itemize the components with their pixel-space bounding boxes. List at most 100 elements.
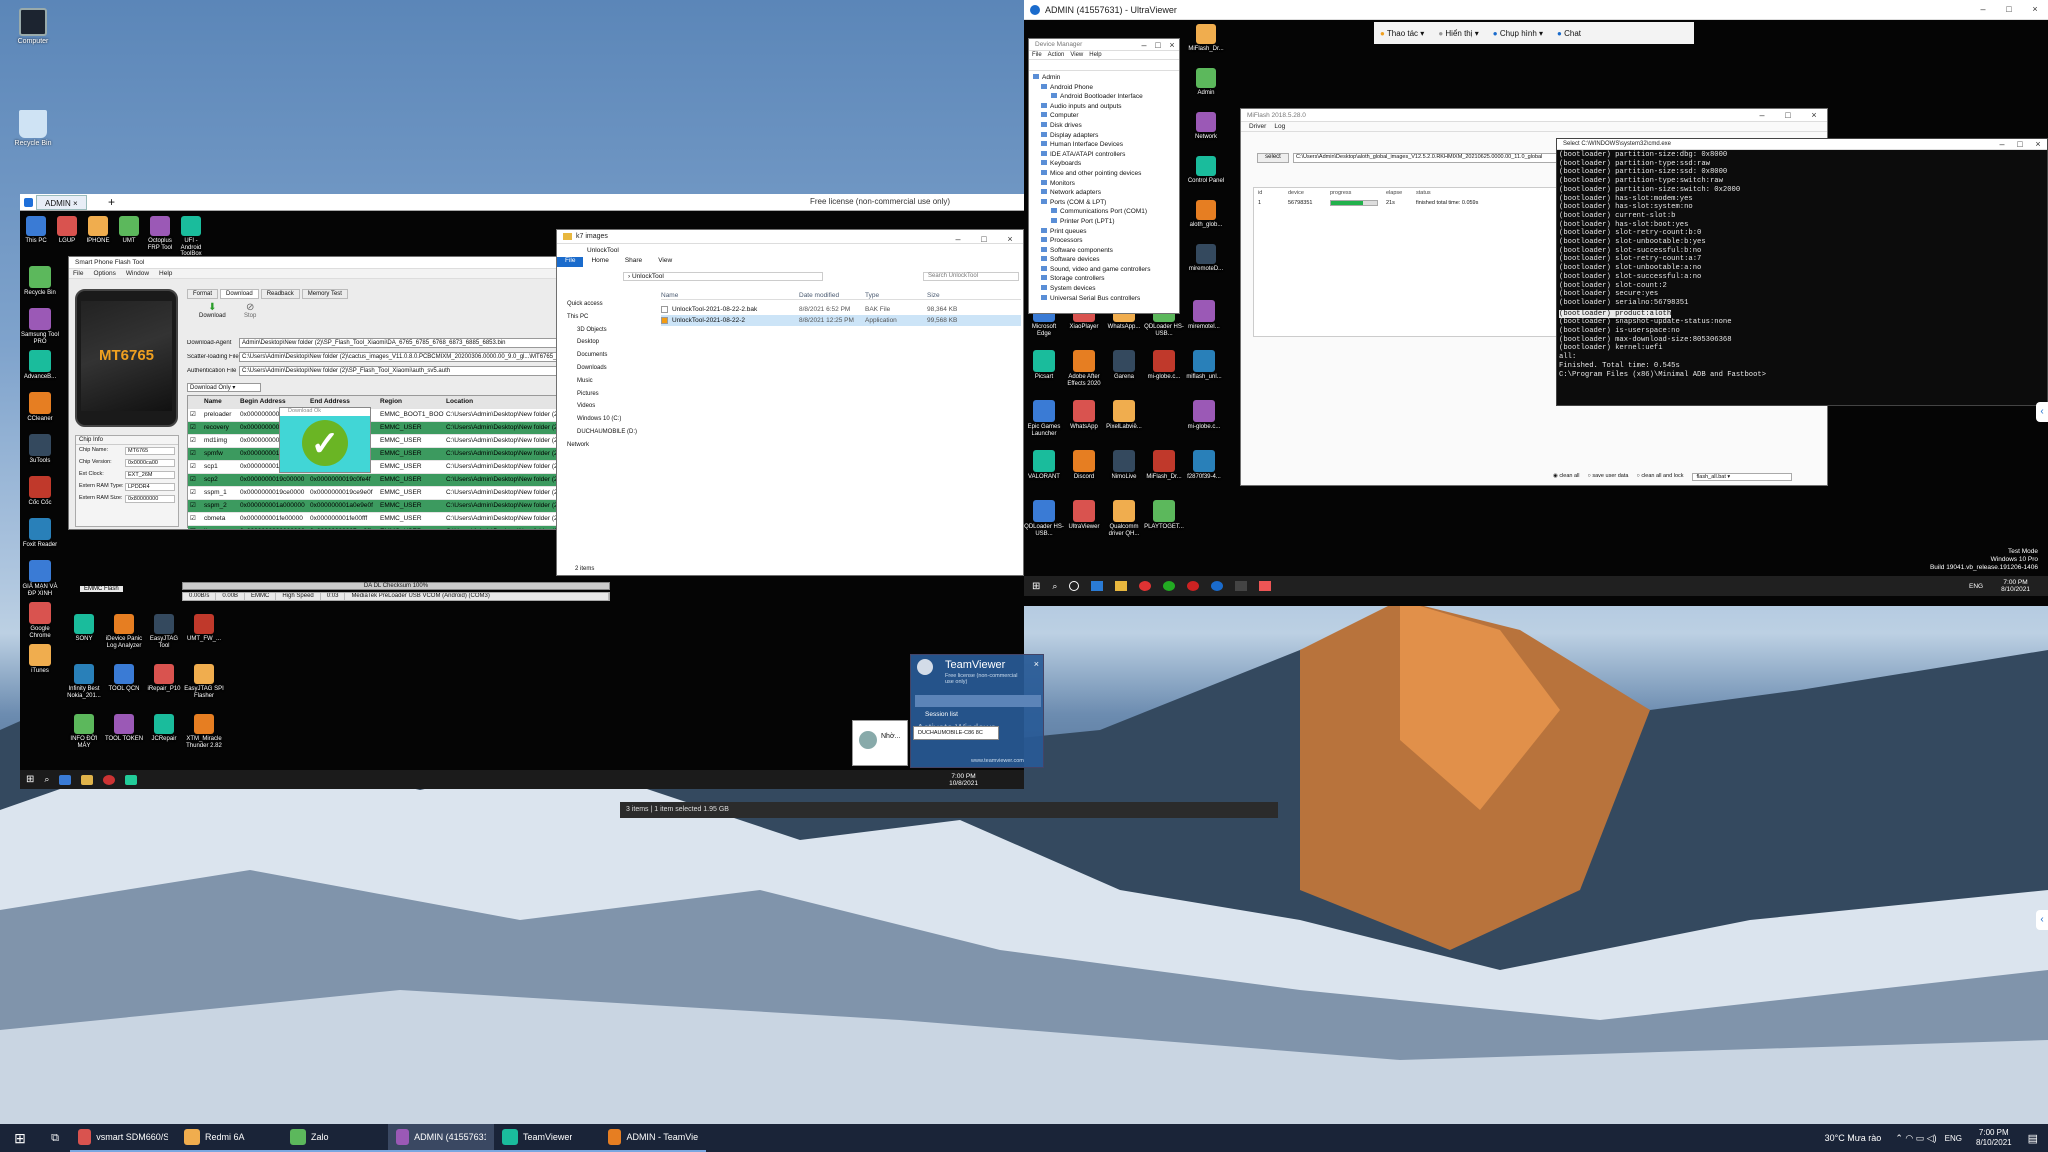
toolbar-actions[interactable]: ● Thao tác ▾ bbox=[1380, 29, 1424, 38]
maximize-button[interactable]: □ bbox=[1151, 39, 1165, 50]
remote-desktop-icon[interactable]: MiFlash_Dr... bbox=[1144, 450, 1184, 481]
checkbox[interactable]: ☑ bbox=[188, 422, 202, 434]
remote-desktop-icon[interactable]: Qualcomm driver QH... bbox=[1104, 500, 1144, 537]
close-button[interactable]: × bbox=[1801, 109, 1827, 121]
nav-item[interactable]: Documents bbox=[567, 349, 637, 362]
remote-desktop-icon[interactable]: mi-globe.c... bbox=[1184, 400, 1224, 431]
device-tree-item[interactable]: Android Phone bbox=[1033, 83, 1179, 93]
remote-desktop-icon[interactable]: Network bbox=[1184, 112, 1228, 141]
remote-desktop-icon[interactable]: miflash_unl... bbox=[1184, 350, 1224, 381]
nav-item[interactable]: Downloads bbox=[567, 362, 637, 375]
menu-driver[interactable]: Driver bbox=[1249, 123, 1266, 130]
nav-item[interactable]: This PC bbox=[567, 311, 637, 324]
opera-icon[interactable] bbox=[1187, 581, 1200, 591]
ribbon-view[interactable]: View bbox=[650, 257, 680, 267]
taskbar-chrome-icon[interactable] bbox=[103, 774, 116, 785]
toolbar-screenshot[interactable]: ● Chụp hình ▾ bbox=[1493, 29, 1543, 38]
language-indicator[interactable]: ENG bbox=[1969, 583, 1983, 590]
sp-flash-tool-window[interactable]: Smart Phone Flash Tool –□× File Options … bbox=[68, 256, 630, 530]
checkbox[interactable]: ☑ bbox=[188, 487, 202, 499]
device-tree-item[interactable]: Communications Port (COM1) bbox=[1033, 207, 1179, 217]
close-icon[interactable]: × bbox=[1034, 659, 1039, 669]
chrome-icon[interactable] bbox=[1139, 581, 1152, 591]
remote-desktop-icon[interactable]: PixelLabvië... bbox=[1104, 400, 1144, 431]
device-tree-item[interactable]: Storage controllers bbox=[1033, 274, 1179, 284]
tab-download[interactable]: Download bbox=[220, 289, 259, 299]
remote-desktop-icon[interactable]: Cốc Cốc bbox=[20, 476, 60, 507]
menu-file[interactable]: File bbox=[73, 270, 83, 277]
remote-desktop-icon[interactable]: LGUP bbox=[51, 216, 83, 245]
cmd-icon[interactable] bbox=[1235, 581, 1248, 591]
remote-desktop-icon[interactable]: TOOL TOKEN bbox=[104, 714, 144, 743]
nav-item[interactable]: Desktop bbox=[567, 336, 637, 349]
maximize-button[interactable]: □ bbox=[971, 230, 997, 244]
device-tree-item[interactable]: Display adapters bbox=[1033, 131, 1179, 141]
minimize-button[interactable]: – bbox=[1137, 39, 1151, 50]
remote-desktop-icon[interactable]: UltraViewer bbox=[1064, 500, 1104, 531]
taskbar-app-button[interactable]: ADMIN (41557631) ... bbox=[388, 1124, 494, 1152]
download-ok-dialog[interactable]: Download Ok ✓ bbox=[279, 407, 371, 473]
menu-file[interactable]: File bbox=[1032, 52, 1042, 58]
nav-item[interactable]: Windows 10 (C:) bbox=[567, 413, 637, 426]
download-button[interactable]: ⬇ Download bbox=[199, 303, 226, 320]
remote-desktop-icon[interactable]: Samsung Tool PRO bbox=[20, 308, 60, 345]
device-tree-item[interactable]: Printer Port (LPT1) bbox=[1033, 217, 1179, 227]
device-tree-item[interactable]: Android Bootloader Interface bbox=[1033, 92, 1179, 102]
taskbar-folder-icon[interactable] bbox=[81, 774, 94, 785]
device-tree-item[interactable]: Human Interface Devices bbox=[1033, 140, 1179, 150]
remote-desktop-icon[interactable]: CCleaner bbox=[20, 392, 60, 423]
remote-desktop-icon[interactable]: mi-globe.c... bbox=[1144, 350, 1184, 381]
minimize-button[interactable]: – bbox=[1993, 139, 2011, 149]
nav-item[interactable]: Music bbox=[567, 375, 637, 388]
remote-desktop-icon[interactable]: SONY bbox=[64, 614, 104, 643]
option-clean-all-lock[interactable]: ○ clean all and lock bbox=[1636, 473, 1683, 481]
remote-desktop-icon[interactable]: UMT_FW_... bbox=[184, 614, 224, 643]
device-tree-item[interactable]: Ports (COM & LPT) bbox=[1033, 198, 1179, 208]
remote-desktop-icon[interactable]: Recycle Bin bbox=[20, 266, 60, 297]
minimize-button[interactable]: – bbox=[1749, 109, 1775, 121]
remote-desktop-icon[interactable]: VALORANT bbox=[1024, 450, 1064, 481]
notification-center-icon[interactable]: ▤ bbox=[2028, 1132, 2038, 1145]
maximize-button[interactable]: □ bbox=[1996, 0, 2022, 19]
nav-item[interactable]: DUCHAUMOBILE (D:) bbox=[567, 426, 637, 439]
tab-admin[interactable]: ADMIN × bbox=[36, 195, 87, 210]
checkbox[interactable]: ☑ bbox=[188, 513, 202, 525]
minimize-button[interactable]: – bbox=[1970, 0, 1996, 19]
tab-readback[interactable]: Readback bbox=[260, 289, 300, 299]
device-tree-item[interactable]: Software components bbox=[1033, 246, 1179, 256]
ribbon-file[interactable]: File bbox=[557, 257, 584, 267]
remote-desktop-icon[interactable]: f2870f39-4... bbox=[1184, 450, 1224, 481]
remote-desktop-icon[interactable]: EasyJTAG Tool bbox=[144, 614, 184, 649]
remote-desktop-icon[interactable]: 3uTools bbox=[20, 434, 60, 465]
rom-path-input[interactable]: C:\Users\Admin\Desktop\aloth_global_imag… bbox=[1293, 153, 1593, 163]
menu-help[interactable]: Help bbox=[1089, 52, 1101, 58]
remote-desktop-icon[interactable]: UMT bbox=[113, 216, 145, 245]
remote-desktop-icon[interactable]: miremoteD... bbox=[1184, 244, 1228, 273]
menu-view[interactable]: View bbox=[1070, 52, 1083, 58]
remote-desktop-icon[interactable]: MiFlash_Dr... bbox=[1184, 24, 1228, 53]
tray-icons[interactable]: ⌃ ◠ ▭ ◁) bbox=[1895, 1133, 1936, 1144]
windows-start-icon[interactable]: ⊞ bbox=[1032, 581, 1040, 592]
search-icon[interactable]: ⌕ bbox=[1052, 581, 1057, 592]
remote-desktop-icon[interactable]: Octoplus FRP Tool bbox=[144, 216, 176, 251]
mode-select[interactable]: Download Only ▾ bbox=[187, 383, 261, 392]
checkbox[interactable]: ☑ bbox=[188, 435, 202, 447]
remote-desktop-icon[interactable]: PLAYTOGET... bbox=[1144, 500, 1184, 531]
checkbox[interactable]: ☑ bbox=[188, 409, 202, 421]
side-panel-arrow-icon[interactable]: ‹ bbox=[2036, 402, 2048, 422]
windows-start-icon[interactable]: ⊞ bbox=[0, 1130, 40, 1147]
remote-desktop-icon[interactable]: QDLoader HS-USB... bbox=[1024, 500, 1064, 537]
device-tree-item[interactable]: Processors bbox=[1033, 236, 1179, 246]
remote-desktop-icon[interactable]: iDevice Panic Log Analyzer bbox=[104, 614, 144, 649]
remote-desktop-icon[interactable]: TOOL QCN bbox=[104, 664, 144, 693]
taskbar-app-button[interactable]: Redmi 6A bbox=[176, 1124, 282, 1152]
remote-desktop-icon[interactable]: AdvanceB... bbox=[20, 350, 60, 381]
remote-desktop-icon[interactable]: XTM_Miracle Thunder 2.82 bbox=[184, 714, 224, 749]
menu-options[interactable]: Options bbox=[93, 270, 115, 277]
remote-desktop-icon[interactable]: NimoLive bbox=[1104, 450, 1144, 481]
tab-memory-test[interactable]: Memory Test bbox=[301, 289, 348, 299]
remote-desktop-icon[interactable]: IPHONE bbox=[82, 216, 114, 245]
remote-desktop-icon[interactable]: GIẢ MẠN VÀ ĐP XINH bbox=[20, 560, 60, 597]
select-button[interactable]: select bbox=[1257, 153, 1289, 163]
side-panel-arrow-icon-2[interactable]: ‹ bbox=[2036, 910, 2048, 930]
